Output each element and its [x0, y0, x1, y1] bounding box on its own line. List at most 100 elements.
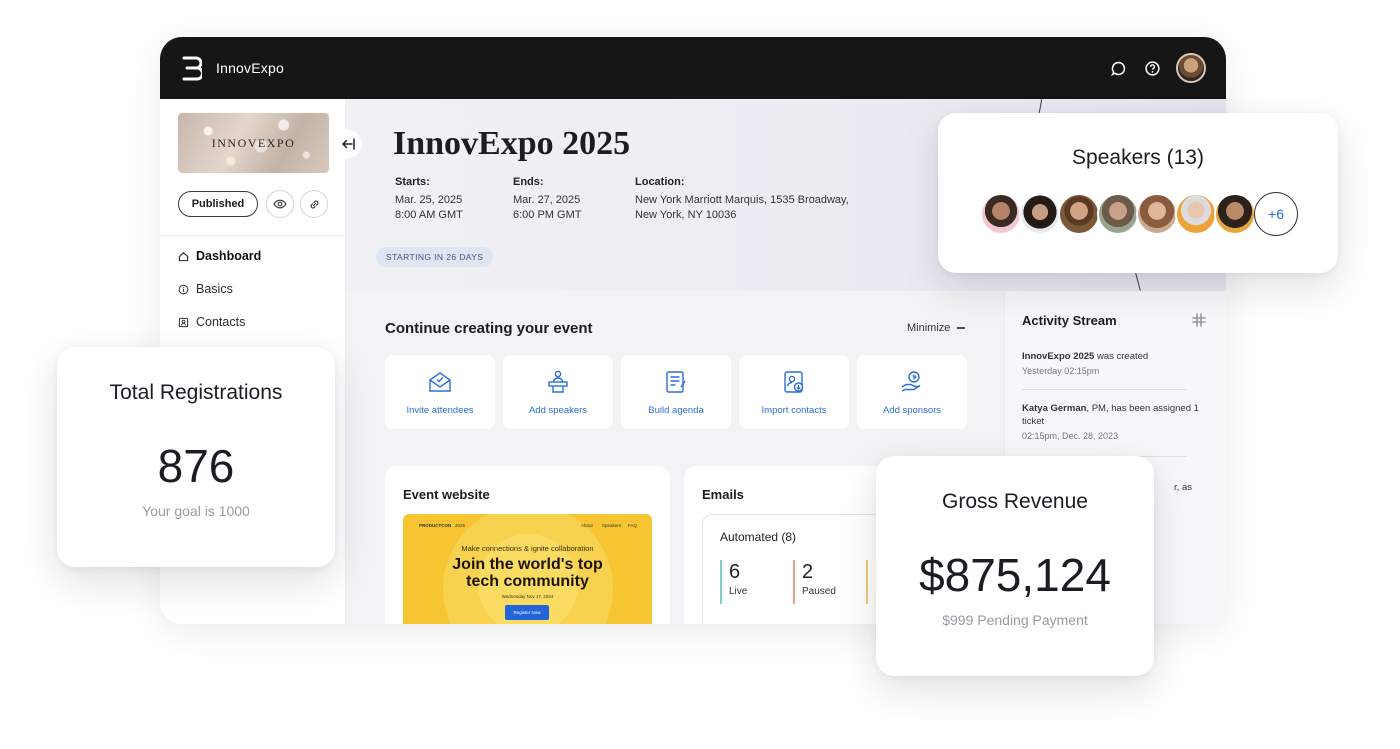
speaker-avatar[interactable] — [1019, 193, 1061, 235]
event-website-preview[interactable]: PRODUCTCON 2025 About Speakers FAQ Make … — [403, 514, 652, 624]
gross-revenue-card: Gross Revenue $875,124 $999 Pending Paym… — [876, 456, 1154, 676]
ends-value: Mar. 27, 2025 6:00 PM GMT — [513, 193, 581, 223]
top-bar: InnovExpo — [160, 37, 1226, 99]
live-count: 6 — [729, 561, 741, 583]
eye-icon — [273, 199, 287, 209]
registrations-goal: Your goal is 1000 — [142, 503, 250, 519]
revenue-value: $875,124 — [919, 549, 1111, 601]
event-thumbnail-text: INNOVEXPO — [211, 135, 296, 150]
starts-date: Mar. 25, 2025 — [395, 194, 463, 206]
paused-label: Paused — [802, 586, 836, 597]
slack-icon[interactable] — [1192, 313, 1206, 327]
action-label: Add speakers — [528, 405, 588, 416]
add-speakers-card[interactable]: Add speakers — [503, 355, 613, 429]
emails-title: Emails — [702, 487, 744, 502]
paused-stat: 2 Paused — [793, 560, 836, 604]
link-icon — [310, 200, 318, 208]
preview-headline: Join the world's top tech community — [403, 556, 652, 590]
countdown-badge: STARTING IN 26 DAYS — [376, 247, 494, 267]
location-label: Location: — [635, 176, 685, 188]
ends-time: 6:00 PM GMT — [513, 209, 582, 221]
event-website-panel: Event website PRODUCTCON 2025 About Spea… — [385, 466, 670, 624]
home-icon — [178, 251, 189, 262]
registrations-value: 876 — [157, 440, 235, 492]
podium-speaker-icon — [548, 370, 568, 393]
speaker-avatar[interactable] — [1175, 193, 1217, 235]
more-speakers-button[interactable]: +6 — [1254, 192, 1298, 236]
speaker-avatar[interactable] — [1214, 193, 1256, 235]
speaker-avatar[interactable] — [1097, 193, 1139, 235]
paused-count: 2 — [802, 561, 814, 583]
collapse-sidebar-button[interactable] — [334, 130, 362, 158]
starts-time: 8:00 AM GMT — [395, 209, 463, 221]
sidebar-item-label: Dashboard — [196, 249, 262, 263]
sidebar-item-basics[interactable]: Basics — [178, 282, 233, 296]
preview-eye-button[interactable] — [266, 190, 294, 218]
ends-date: Mar. 27, 2025 — [513, 194, 581, 206]
location-line-2: New York, NY 10036 — [635, 209, 737, 221]
decorative-line — [1038, 99, 1043, 113]
copy-link-button[interactable] — [300, 190, 328, 218]
sponsor-money-icon — [901, 371, 921, 392]
sidebar-divider — [160, 235, 346, 236]
agenda-notepad-icon — [666, 371, 686, 393]
preview-nav-speakers: Speakers — [602, 523, 622, 528]
published-status-button[interactable]: Published — [178, 191, 258, 217]
sidebar-item-contacts[interactable]: Contacts — [178, 315, 245, 329]
revenue-title: Gross Revenue — [942, 490, 1088, 513]
preview-brand: PRODUCTCON — [419, 523, 452, 528]
sidebar-item-label: Contacts — [196, 315, 246, 329]
user-avatar[interactable] — [1176, 53, 1206, 83]
activity-item-subject: Katya German — [1022, 403, 1087, 414]
preview-date: Wednesday Nov 17, 2024 — [501, 594, 554, 599]
partial-stat — [866, 560, 875, 604]
activity-item: Katya German, PM, has been assigned 1 ti… — [1022, 402, 1207, 443]
action-label: Import contacts — [761, 405, 827, 416]
revenue-pending: $999 Pending Payment — [942, 612, 1088, 628]
live-label: Live — [729, 586, 748, 597]
location-value: New York Marriott Marquis, 1535 Broadway… — [635, 193, 849, 223]
brand-logo-icon[interactable] — [180, 55, 202, 81]
chat-icon[interactable] — [1108, 58, 1128, 78]
add-sponsors-card[interactable]: Add sponsors — [857, 355, 967, 429]
import-contacts-card[interactable]: Import contacts — [739, 355, 849, 429]
sidebar-item-dashboard[interactable]: Dashboard — [178, 249, 261, 263]
build-agenda-card[interactable]: Build agenda — [621, 355, 731, 429]
sidebar-item-label: Basics — [196, 282, 233, 296]
preview-nav-faq: FAQ — [628, 523, 638, 528]
automated-label: Automated (8) — [720, 530, 797, 544]
info-icon — [178, 284, 189, 295]
starts-value: Mar. 25, 2025 8:00 AM GMT — [395, 193, 463, 223]
invite-attendees-card[interactable]: Invite attendees — [385, 355, 495, 429]
activity-item-subject: InnovExpo 2025 — [1022, 351, 1095, 362]
help-icon[interactable] — [1142, 58, 1162, 78]
speaker-avatar[interactable] — [1058, 193, 1100, 235]
continue-section-title: Continue creating your event — [385, 320, 593, 337]
live-stat: 6 Live — [720, 560, 747, 604]
speaker-avatar[interactable] — [980, 193, 1022, 235]
preview-subtitle: Make connections & ignite collaboration — [461, 544, 594, 553]
ends-label: Ends: — [513, 176, 544, 188]
app-title: InnovExpo — [216, 60, 284, 76]
minimize-label: Minimize — [907, 322, 951, 334]
activity-item: InnovExpo 2025 was created Yesterday 02:… — [1022, 350, 1207, 378]
preview-register-button: Register Now — [505, 605, 549, 620]
preview-headline-line-2: tech community — [466, 573, 589, 590]
activity-item-time: Yesterday 02:15pm — [1022, 366, 1100, 376]
speaker-avatar[interactable] — [1136, 193, 1178, 235]
location-line-1: New York Marriott Marquis, 1535 Broadway… — [635, 194, 849, 206]
activity-item-time: 02:15pm, Dec. 28, 2023 — [1022, 431, 1119, 441]
preview-nav-about: About — [581, 523, 593, 528]
contacts-card-icon — [178, 317, 189, 328]
activity-item-text-partial: r, as — [1174, 482, 1192, 493]
event-title: InnovExpo 2025 — [393, 125, 631, 162]
total-registrations-card: Total Registrations 876 Your goal is 100… — [57, 347, 335, 567]
import-contacts-icon — [784, 371, 804, 393]
preview-headline-line-1: Join the world's top — [452, 556, 603, 573]
activity-item-text: was created — [1094, 351, 1149, 362]
speakers-card[interactable]: Speakers (13) +6 — [938, 113, 1338, 273]
envelope-icon — [429, 372, 451, 392]
action-label: Invite attendees — [406, 405, 474, 416]
minus-icon — [957, 327, 966, 329]
minimize-button[interactable]: Minimize — [907, 322, 966, 334]
